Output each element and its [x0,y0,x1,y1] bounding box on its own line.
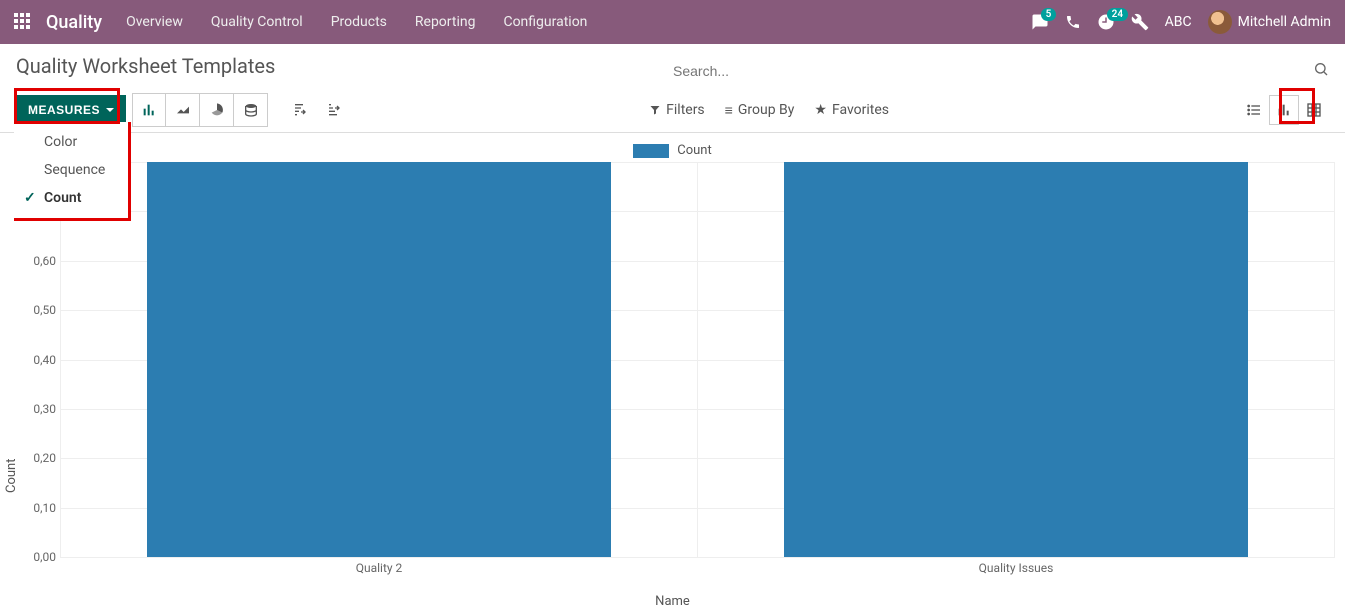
nav-configuration[interactable]: Configuration [503,14,587,30]
bar-quality-issues[interactable]: Quality Issues [698,162,1335,557]
company-name[interactable]: ABC [1165,14,1192,30]
sort-asc-icon[interactable] [316,93,350,127]
measures-button[interactable]: MEASURES [16,95,126,125]
chart-legend: Count [0,143,1345,162]
y-tick: 0,20 [16,451,56,465]
x-axis-label: Name [0,594,1345,609]
groupby-button[interactable]: ≡Group By [725,102,795,119]
view-list-icon[interactable] [1239,95,1269,125]
avatar [1208,10,1232,34]
chart-pie-icon[interactable] [200,93,234,127]
x-tick: Quality 2 [61,561,697,575]
nav-overview[interactable]: Overview [126,14,183,30]
groupby-label: Group By [738,102,795,118]
breadcrumb: Quality Worksheet Templates [16,54,275,88]
legend-label: Count [677,143,711,158]
activity-badge: 24 [1107,8,1128,21]
y-tick: 0,50 [16,303,56,317]
view-pivot-icon[interactable] [1299,95,1329,125]
filters-button[interactable]: Filters [649,102,705,118]
bar-quality-2[interactable]: Quality 2 [60,162,698,557]
grid-line [60,557,1335,558]
y-tick: 0,10 [16,501,56,515]
app-name[interactable]: Quality [46,12,102,33]
measure-sequence[interactable]: Sequence [14,156,128,184]
activity-icon[interactable]: 24 [1097,13,1115,31]
app-header: Quality Overview Quality Control Product… [0,0,1345,44]
measure-count[interactable]: Count [14,184,128,212]
favorites-button[interactable]: ★Favorites [814,102,889,118]
y-tick: 0,00 [16,550,56,564]
y-tick: 0,60 [16,254,56,268]
nav-quality-control[interactable]: Quality Control [211,14,303,30]
messaging-icon[interactable]: 5 [1031,13,1049,31]
bar [784,162,1248,557]
measures-label: MEASURES [28,103,100,117]
nav-reporting[interactable]: Reporting [415,14,476,30]
chart-bar-icon[interactable] [132,93,166,127]
apps-icon[interactable] [14,13,32,31]
sort-desc-icon[interactable] [282,93,316,127]
phone-icon[interactable] [1065,14,1081,30]
y-tick: 0,30 [16,402,56,416]
filters-label: Filters [666,102,705,118]
measures-dropdown: Color Sequence Count [14,122,131,221]
caret-down-icon [106,108,114,112]
favorites-label: Favorites [832,102,889,118]
search-icon[interactable] [1313,61,1329,81]
view-graph-icon[interactable] [1269,95,1299,125]
y-tick: 0,40 [16,353,56,367]
settings-icon[interactable] [1131,13,1149,31]
legend-swatch [633,144,669,158]
x-tick: Quality Issues [698,561,1334,575]
user-menu[interactable]: Mitchell Admin [1208,10,1331,34]
bar [147,162,611,557]
systray: 5 24 ABC Mitchell Admin [1031,10,1331,34]
nav-products[interactable]: Products [331,14,387,30]
measure-color[interactable]: Color [14,128,128,156]
chart-line-icon[interactable] [166,93,200,127]
user-name: Mitchell Admin [1238,14,1331,30]
chart-area: Count Count 0,000,100,200,300,400,500,60… [0,133,1345,609]
chart-stack-icon[interactable] [234,93,268,127]
search-input[interactable] [673,63,1313,79]
messaging-badge: 5 [1041,8,1057,21]
chart-plot: 0,000,100,200,300,400,500,600,700,80 Qua… [60,162,1335,572]
control-panel: Quality Worksheet Templates MEASURES Fil… [0,44,1345,133]
